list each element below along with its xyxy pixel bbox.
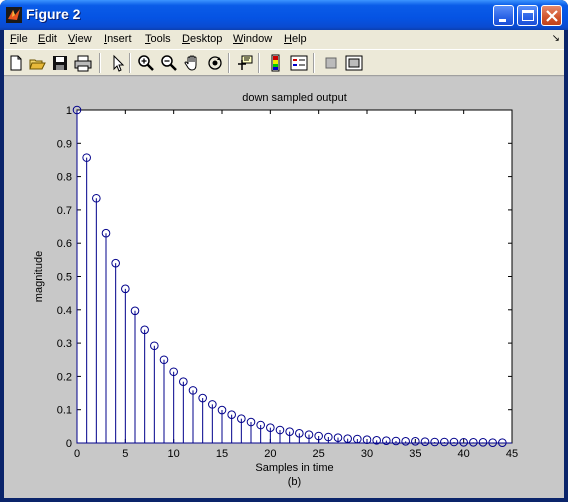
edit-plot-button[interactable] bbox=[108, 54, 126, 72]
title-bar[interactable]: Figure 2 bbox=[0, 0, 568, 30]
y-tick-label: 1 bbox=[66, 105, 72, 117]
y-tick-label: 0 bbox=[66, 438, 72, 450]
y-tick-label: 0.7 bbox=[57, 205, 72, 217]
save-button[interactable] bbox=[51, 54, 69, 72]
y-tick-label: 0.4 bbox=[57, 305, 72, 317]
menu-window[interactable]: Window bbox=[233, 33, 272, 45]
zoom-in-icon bbox=[138, 55, 154, 71]
y-tick-label: 0.2 bbox=[57, 371, 72, 383]
maximize-button[interactable] bbox=[517, 5, 538, 26]
open-file-icon bbox=[29, 59, 46, 70]
zoom-in-button[interactable] bbox=[137, 54, 155, 72]
hide-plot-tools-icon bbox=[325, 57, 337, 69]
y-tick-label: 0.5 bbox=[57, 272, 72, 284]
rotate-3d-icon bbox=[208, 56, 222, 70]
x-tick-label: 0 bbox=[74, 448, 80, 460]
y-tick-label: 0.9 bbox=[57, 138, 72, 150]
x-tick-label: 15 bbox=[216, 448, 228, 460]
y-tick-label: 0.6 bbox=[57, 238, 72, 250]
dock-figure-icon[interactable]: ↘ bbox=[552, 33, 560, 44]
menu-edit[interactable]: Edit bbox=[38, 33, 57, 45]
toolbar-separator bbox=[258, 53, 260, 73]
legend-button[interactable] bbox=[290, 54, 308, 72]
chart-title: down sampled output bbox=[242, 92, 347, 104]
menu-desktop[interactable]: Desktop bbox=[182, 33, 222, 45]
x-tick-label: 30 bbox=[361, 448, 373, 460]
data-cursor-button[interactable] bbox=[236, 54, 254, 72]
x-tick-label: 25 bbox=[313, 448, 325, 460]
colorbar-button[interactable] bbox=[267, 54, 285, 72]
minimize-button[interactable] bbox=[493, 5, 514, 26]
data-cursor-icon bbox=[238, 55, 253, 70]
toolbar-separator bbox=[228, 53, 230, 73]
toolbar-separator bbox=[129, 53, 131, 73]
new-figure-button[interactable] bbox=[7, 54, 25, 72]
x-tick-label: 10 bbox=[168, 448, 180, 460]
window-title: Figure 2 bbox=[26, 6, 81, 22]
menu-file[interactable]: File bbox=[10, 33, 28, 45]
axes-background bbox=[76, 109, 513, 444]
close-icon bbox=[546, 10, 558, 22]
open-file-button[interactable] bbox=[28, 54, 46, 72]
menu-help[interactable]: Help bbox=[284, 33, 307, 45]
menu-tools[interactable]: Tools bbox=[145, 33, 171, 45]
maximize-icon bbox=[522, 10, 534, 21]
new-figure-icon bbox=[10, 55, 22, 71]
toolbar-separator bbox=[313, 53, 315, 73]
figure-canvas[interactable]: 0 0.1 0.2 0.3 0.4 0.5 0.6 0.7 0.8 0.9 1 0 5 10 15 20 25… bbox=[4, 77, 564, 498]
close-button[interactable] bbox=[541, 5, 562, 26]
print-button[interactable] bbox=[74, 54, 92, 72]
show-plot-tools-button[interactable] bbox=[345, 54, 363, 72]
x-tick-label: 5 bbox=[122, 448, 128, 460]
show-plot-tools-icon bbox=[345, 55, 363, 71]
zoom-out-button[interactable] bbox=[160, 54, 178, 72]
y-tick-label: 0.3 bbox=[57, 338, 72, 350]
menu-view[interactable]: View bbox=[68, 33, 92, 45]
menu-insert[interactable]: Insert bbox=[104, 33, 132, 45]
y-tick-label: 0.8 bbox=[57, 172, 72, 184]
zoom-out-icon bbox=[161, 55, 177, 71]
window-body: File Edit View Insert Tools Desktop Wind… bbox=[4, 30, 564, 498]
toolbar-separator bbox=[99, 53, 101, 73]
edit-plot-arrow-icon bbox=[113, 54, 125, 72]
save-icon bbox=[53, 56, 67, 70]
legend-icon bbox=[290, 55, 308, 71]
print-icon bbox=[74, 55, 92, 72]
y-tick-label: 0.1 bbox=[57, 405, 72, 417]
figure-caption: (b) bbox=[288, 476, 301, 488]
x-axis-label: Samples in time bbox=[255, 462, 333, 474]
minimize-icon bbox=[499, 19, 506, 22]
figure-window: Figure 2 File Edit View Insert Tools Des… bbox=[0, 0, 568, 502]
x-tick-label: 20 bbox=[264, 448, 276, 460]
x-tick-label: 35 bbox=[409, 448, 421, 460]
hide-plot-tools-button[interactable] bbox=[322, 54, 340, 72]
pan-button[interactable] bbox=[183, 54, 201, 72]
y-axis-label: magnitude bbox=[33, 251, 45, 302]
pan-hand-icon bbox=[184, 55, 197, 71]
matlab-logo-icon bbox=[6, 7, 22, 23]
colorbar-icon bbox=[271, 54, 280, 72]
figure-toolbar bbox=[4, 49, 564, 76]
menu-bar: File Edit View Insert Tools Desktop Wind… bbox=[4, 30, 564, 49]
rotate-3d-button[interactable] bbox=[206, 54, 224, 72]
x-tick-label: 40 bbox=[458, 448, 470, 460]
x-tick-label: 45 bbox=[506, 448, 518, 460]
stem-plot[interactable]: 0 0.1 0.2 0.3 0.4 0.5 0.6 0.7 0.8 0.9 1 0 5 10 15 20 25… bbox=[4, 77, 564, 498]
